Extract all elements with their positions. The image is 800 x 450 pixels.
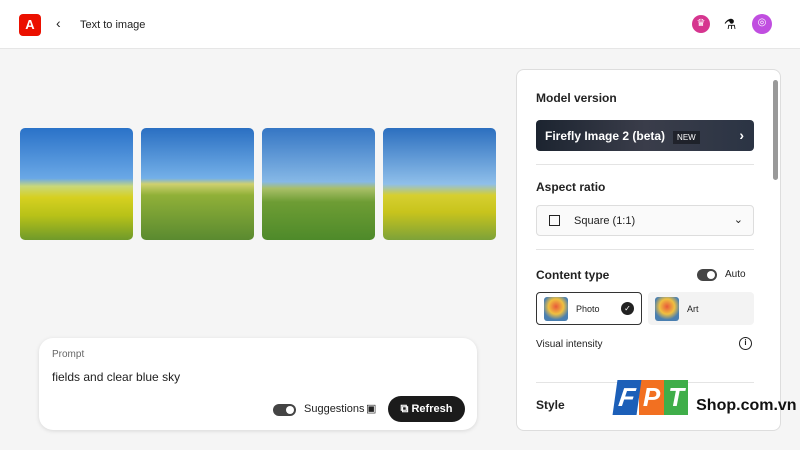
watermark-text: Shop.com.vn xyxy=(696,397,797,414)
visual-intensity-label: Visual intensity xyxy=(536,339,603,350)
prompt-box: Prompt fields and clear blue sky Suggest… xyxy=(39,338,477,430)
balloon-thumbnail xyxy=(544,296,568,321)
divider xyxy=(536,164,754,165)
prompt-input[interactable]: fields and clear blue sky xyxy=(52,370,180,384)
prompt-label: Prompt xyxy=(52,349,85,360)
refresh-button[interactable]: ⧉ Refresh xyxy=(388,396,465,422)
top-bar: A ‹ Text to image ♛ ⚗ ◎ xyxy=(0,0,800,49)
adobe-logo[interactable]: A xyxy=(19,14,41,36)
aspect-ratio-select[interactable]: Square (1:1) ⌄ xyxy=(536,205,754,236)
square-icon xyxy=(549,215,560,226)
scrollbar[interactable] xyxy=(773,80,778,180)
style-heading: Style xyxy=(536,398,565,412)
model-version-heading: Model version xyxy=(536,91,617,105)
generated-image-2[interactable] xyxy=(141,128,254,240)
generated-image-4[interactable] xyxy=(383,128,496,240)
check-icon: ✓ xyxy=(621,302,634,315)
generated-image-1[interactable] xyxy=(20,128,133,240)
generated-images xyxy=(20,128,496,240)
generated-image-3[interactable] xyxy=(262,128,375,240)
model-version-button[interactable]: Firefly Image 2 (beta) NEW › xyxy=(536,120,754,151)
chevron-down-icon: ⌄ xyxy=(733,214,743,226)
info-icon[interactable]: i xyxy=(739,337,752,350)
suggestions-info-icon[interactable]: ▣ xyxy=(366,402,376,415)
content-type-heading: Content type xyxy=(536,268,610,282)
avatar[interactable]: ◎ xyxy=(752,14,772,34)
auto-toggle[interactable] xyxy=(697,269,717,281)
watermark-logo-p: P xyxy=(638,380,665,415)
divider xyxy=(536,249,754,250)
suggestions-toggle[interactable] xyxy=(273,404,296,416)
content-type-photo[interactable]: Photo ✓ xyxy=(536,292,642,325)
new-badge: NEW xyxy=(673,131,700,144)
back-button[interactable]: ‹ xyxy=(56,15,61,31)
chevron-right-icon: › xyxy=(739,127,744,143)
content-type-art[interactable]: Art xyxy=(648,292,754,325)
aspect-ratio-heading: Aspect ratio xyxy=(536,180,606,194)
fpt-shop-watermark: FPT Shop.com.vn xyxy=(612,380,797,415)
settings-panel: Model version Firefly Image 2 (beta) NEW ›… xyxy=(516,69,781,431)
sparkle-image-icon: ⧉ xyxy=(400,403,412,415)
beta-flask-icon[interactable]: ⚗ xyxy=(721,15,739,33)
premium-crown-icon[interactable]: ♛ xyxy=(692,15,710,33)
watermark-logo-t: T xyxy=(664,380,689,415)
page-title: Text to image xyxy=(80,19,146,31)
balloon-thumbnail xyxy=(655,296,679,321)
suggestions-label: Suggestions xyxy=(304,403,365,415)
watermark-logo: F xyxy=(612,380,642,415)
auto-label: Auto xyxy=(725,269,746,280)
